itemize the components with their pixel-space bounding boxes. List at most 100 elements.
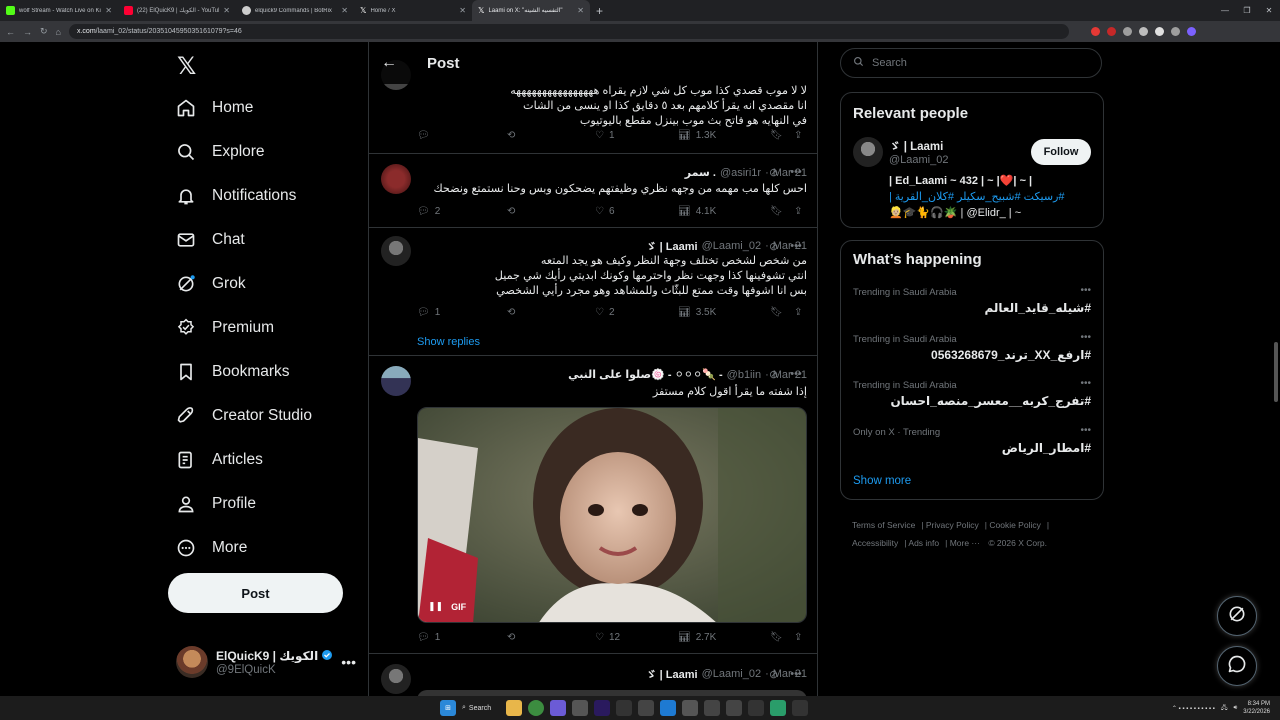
- app-icon[interactable]: [572, 700, 588, 716]
- premiere-icon[interactable]: [594, 700, 610, 716]
- sidebar-item-articles[interactable]: Articles: [176, 450, 263, 470]
- grok-fab-button[interactable]: [1217, 596, 1257, 636]
- url-input[interactable]: x.com/laami_02/status/203510459503516107…: [68, 24, 1069, 39]
- sidebar-item-bookmarks[interactable]: Bookmarks: [176, 362, 290, 382]
- footer-link[interactable]: Ads info: [908, 538, 939, 548]
- extension-icon[interactable]: [1138, 27, 1148, 36]
- app-icon[interactable]: [616, 700, 632, 716]
- repost-button[interactable]: ⟲: [507, 130, 595, 141]
- views-button[interactable]: 📊︎ 3.5K: [678, 307, 770, 318]
- share-button[interactable]: ⇪: [794, 632, 802, 643]
- gif-badge[interactable]: ❚❚ GIF: [428, 601, 466, 612]
- file-explorer-icon[interactable]: [506, 700, 522, 716]
- minimize-icon[interactable]: —: [1214, 0, 1236, 21]
- more-dots-icon[interactable]: •••: [790, 668, 802, 681]
- footer-link[interactable]: Cookie Policy: [989, 520, 1041, 530]
- footer-link[interactable]: Terms of Service: [852, 520, 915, 530]
- like-button[interactable]: ♡ 1: [595, 130, 678, 141]
- bio-hashtags[interactable]: #رسيكت #شبيح_سكيلر #كلان_القرية |: [889, 189, 1094, 205]
- repost-button[interactable]: ⟲: [507, 307, 595, 318]
- close-icon[interactable]: ✕: [223, 6, 230, 15]
- like-button[interactable]: ♡ 2: [595, 307, 678, 318]
- bookmark-button[interactable]: 🔖︎: [770, 206, 794, 217]
- extension-icon[interactable]: [1106, 27, 1116, 36]
- tweet[interactable]: ゞ | Laami @Laami_02 · Mar 21 ⊘ •••: [369, 654, 817, 696]
- sidebar-item-chat[interactable]: Chat: [176, 230, 245, 250]
- browser-tab[interactable]: (22) ElQuicK9 | الكويك - YouTube ✕: [118, 0, 236, 21]
- profile-avatar-icon[interactable]: [1186, 27, 1196, 36]
- extension-icon[interactable]: [1090, 27, 1100, 36]
- grok-icon[interactable]: ⊘: [769, 368, 778, 381]
- new-tab-icon[interactable]: +: [596, 4, 603, 18]
- sidebar-item-premium[interactable]: Premium: [176, 318, 274, 338]
- sidebar-item-home[interactable]: Home: [176, 98, 253, 118]
- show-more-link[interactable]: Show more: [853, 475, 911, 487]
- extension-icon[interactable]: [1122, 27, 1132, 36]
- trend-item[interactable]: Only on X · Trending ••• #امطار_الرياض: [853, 425, 1091, 455]
- app-icon[interactable]: [704, 700, 720, 716]
- footer-link[interactable]: More ···: [950, 538, 980, 548]
- bookmark-button[interactable]: 🔖︎: [770, 307, 794, 318]
- bookmark-button[interactable]: 🔖︎: [770, 130, 794, 141]
- follow-button[interactable]: Follow: [1031, 139, 1091, 165]
- avatar[interactable]: [853, 137, 883, 167]
- author-handle[interactable]: @b1iin: [727, 369, 761, 381]
- close-icon[interactable]: ✕: [577, 6, 584, 15]
- like-button[interactable]: ♡ 12: [595, 632, 678, 643]
- app-icon[interactable]: [550, 700, 566, 716]
- repost-button[interactable]: ⟲: [507, 206, 595, 217]
- repost-button[interactable]: ⟲: [507, 632, 595, 643]
- trend-item[interactable]: Trending in Saudi Arabia ••• #ارفع_XX_تر…: [853, 332, 1091, 362]
- more-dots-icon[interactable]: •••: [1080, 425, 1091, 436]
- windows-start-icon[interactable]: ⊞: [440, 700, 456, 716]
- tray-icons[interactable]: ⌃ ▪ ▪ ▪ ▪ ▪ ▪ ▪ ▪ ▪ ▪: [1172, 705, 1215, 712]
- reply-button[interactable]: 💬︎: [417, 130, 507, 141]
- grok-icon[interactable]: ⊘: [769, 240, 778, 253]
- more-dots-icon[interactable]: •••: [1080, 332, 1091, 343]
- more-dots-icon[interactable]: •••: [1080, 378, 1091, 389]
- vscode-icon[interactable]: [660, 700, 676, 716]
- sidebar-item-explore[interactable]: Explore: [176, 142, 265, 162]
- person-name[interactable]: ゞ | Laami: [889, 138, 943, 154]
- app-icon[interactable]: [748, 700, 764, 716]
- reload-icon[interactable]: ↻: [40, 26, 48, 37]
- search-input[interactable]: Search: [840, 48, 1102, 78]
- sidebar-item-creator-studio[interactable]: Creator Studio: [176, 406, 312, 426]
- browser-tab-active[interactable]: 𝕏 Laami on X: "التفسيه الشينه" ✕: [472, 0, 590, 21]
- footer-link[interactable]: Accessibility: [852, 538, 898, 548]
- tweet[interactable]: صلوا على النبي🍥 - ⚪⚪⚪🍡 - @b1iin · Mar 21…: [369, 356, 817, 654]
- volume-icon[interactable]: 🔊︎: [1234, 705, 1238, 712]
- close-icon[interactable]: ✕: [341, 6, 348, 15]
- browser-tab[interactable]: wolf Stream - Watch Live on Ki ✕: [0, 0, 118, 21]
- views-button[interactable]: 📊︎ 2.7K: [678, 632, 770, 643]
- grok-icon[interactable]: ⊘: [769, 166, 778, 179]
- browser-tab[interactable]: 𝕏 Home / X ✕: [354, 0, 472, 21]
- trend-item[interactable]: Trending in Saudi Arabia ••• #شيله_قايد_…: [853, 285, 1091, 315]
- network-icon[interactable]: 🖧︎: [1221, 703, 1228, 713]
- chrome-icon[interactable]: [528, 700, 544, 716]
- gif-media[interactable]: ❚❚ GIF: [417, 407, 807, 623]
- author-name[interactable]: ゞ | Laami: [646, 666, 698, 682]
- author-name[interactable]: ゞ | Laami: [646, 238, 698, 254]
- close-icon[interactable]: ✕: [459, 6, 466, 15]
- account-switcher[interactable]: ElQuicK9 | الكويك @9ElQuicK •••: [176, 646, 356, 678]
- tweet[interactable]: سمر . @asiri1r · Mar 21 ⊘ ••• احس كلها مب…: [369, 154, 817, 228]
- author-handle[interactable]: @asiri1r: [720, 167, 761, 179]
- author-name[interactable]: سمر .: [685, 166, 716, 179]
- share-button[interactable]: ⇪: [794, 130, 802, 141]
- grok-icon[interactable]: ⊘: [769, 668, 778, 681]
- close-icon[interactable]: ✕: [105, 6, 112, 15]
- app-icon[interactable]: [638, 700, 654, 716]
- sidebar-item-profile[interactable]: Profile: [176, 494, 256, 514]
- footer-link[interactable]: Privacy Policy: [926, 520, 979, 530]
- author-name[interactable]: صلوا على النبي🍥 - ⚪⚪⚪🍡 -: [568, 368, 723, 381]
- trend-item[interactable]: Trending in Saudi Arabia ••• #تفرج_كربه_…: [853, 378, 1091, 408]
- system-clock[interactable]: 8:34 PM 3/22/2026: [1243, 700, 1270, 716]
- chat-fab-button[interactable]: [1217, 646, 1257, 686]
- x-logo-icon[interactable]: 𝕏: [177, 52, 196, 81]
- browser-tab[interactable]: elquick9 Commands | BotRix ✕: [236, 0, 354, 21]
- tweet[interactable]: ゞ | Laami @Laami_02 · Mar 21 ⊘ ••• من شخص…: [369, 228, 817, 356]
- bookmark-button[interactable]: 🔖︎: [770, 632, 794, 643]
- show-replies-link[interactable]: Show replies: [417, 336, 480, 348]
- taskbar-search[interactable]: ⌕ Search: [462, 700, 500, 716]
